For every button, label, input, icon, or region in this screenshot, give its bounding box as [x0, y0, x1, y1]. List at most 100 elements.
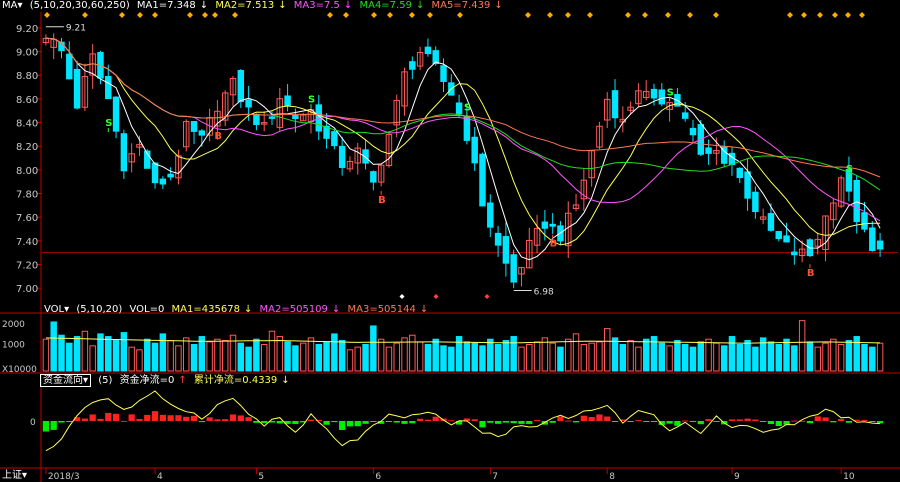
- flow-bar: [580, 415, 587, 421]
- candle-down: [190, 121, 198, 132]
- event-marker: [832, 12, 838, 18]
- volume-bar: [299, 342, 307, 372]
- volume-bar: [627, 340, 634, 372]
- ma4-value: MA4=7.59: [359, 0, 412, 11]
- volume-bar: [526, 344, 533, 372]
- volume-bar: [869, 346, 876, 372]
- volume-bar: [253, 338, 260, 372]
- bottom-event-marker: [399, 294, 405, 299]
- event-marker: [137, 12, 143, 18]
- flow-bar: [791, 420, 798, 422]
- event-marker: [845, 12, 851, 18]
- volume-bar: [284, 341, 291, 372]
- volume-bar: [260, 344, 268, 372]
- volume-bar: [642, 338, 650, 372]
- candle-down: [689, 127, 697, 136]
- flow-bar: [697, 421, 704, 425]
- flow-indicator-menu[interactable]: 资金流向▾: [40, 374, 92, 387]
- candle-down: [268, 116, 276, 119]
- candlestick-series[interactable]: [42, 33, 884, 289]
- volume-bar: [588, 342, 595, 372]
- flow-bar: [159, 414, 166, 421]
- event-marker: [665, 12, 671, 18]
- flow-bar: [198, 421, 205, 423]
- volume-bar: [128, 346, 135, 372]
- volume-bar: [783, 338, 790, 372]
- volume-bar: [159, 333, 167, 372]
- flow-bar: [190, 415, 198, 421]
- price-tick-label: 8.80: [16, 71, 38, 82]
- date-tick-label: 5: [258, 472, 264, 482]
- event-marker: [625, 12, 631, 18]
- volume-bar: [479, 345, 486, 372]
- flow-bar: [744, 418, 751, 421]
- volume-bar: [572, 333, 580, 372]
- candle-down: [105, 76, 112, 100]
- candle-down: [253, 113, 260, 125]
- volume-bar: [50, 321, 57, 372]
- event-marker: [587, 12, 593, 18]
- volume-bar: [518, 346, 525, 372]
- volume-bar: [557, 346, 564, 372]
- money-flow-panel[interactable]: 0: [30, 390, 884, 452]
- flow-bar: [689, 421, 697, 422]
- flow-bar: [409, 421, 416, 424]
- volume-bar: [214, 338, 221, 372]
- volume-bar: [424, 344, 432, 372]
- flow-bar: [245, 417, 252, 421]
- ma-indicator-menu[interactable]: MA▾: [2, 0, 23, 11]
- flow-bar: [682, 420, 689, 422]
- volume-bar: [767, 341, 775, 372]
- price-tick-label: 9.00: [16, 48, 38, 59]
- candle-down: [338, 145, 346, 169]
- flow-bar: [261, 421, 268, 424]
- flow-bar: [292, 421, 299, 424]
- volume-bar: [705, 338, 712, 372]
- flow-bar: [89, 414, 96, 421]
- volume-bar: [681, 344, 689, 372]
- flow-bar: [635, 420, 642, 422]
- event-marker: [387, 12, 393, 18]
- volume-bar: [370, 325, 377, 372]
- flow-bar: [557, 416, 564, 421]
- money-flow-header: 资金流向▾ (5) 资金净流=0 ↑ 累计净流=0.4339 ↓: [40, 374, 294, 387]
- candle-down: [650, 88, 658, 99]
- volume-bar: [292, 345, 299, 372]
- volume-bar: [377, 338, 385, 372]
- volume-bar: [245, 346, 252, 372]
- flow-bar: [128, 414, 135, 421]
- candle-down: [424, 46, 432, 55]
- exchange-selector[interactable]: 上证▾: [2, 470, 31, 482]
- volume-panel[interactable]: 2000 1000 X10000: [2, 320, 884, 375]
- volume-bar: [502, 340, 510, 372]
- exchange-label[interactable]: 上证▾: [2, 470, 27, 481]
- volume-bar: [697, 341, 705, 372]
- volume-bar: [798, 320, 806, 372]
- flow-bar: [588, 417, 595, 421]
- volume-bar: [409, 334, 416, 372]
- volume-bar: [401, 337, 408, 372]
- flow-net-value: 资金净流=0: [119, 375, 175, 386]
- price-tick-label: 8.60: [16, 95, 38, 106]
- volume-bar: [81, 330, 89, 372]
- volume-bar: [674, 340, 681, 372]
- date-tick-label: 7: [492, 472, 498, 482]
- candle-down: [455, 102, 463, 115]
- stock-chart-canvas[interactable]: S B S B S B S B S 2000 1000 X10000 0 9.20 9.00 8.80 8…: [0, 0, 900, 482]
- vol-indicator-menu[interactable]: VOL▾: [44, 304, 69, 315]
- event-marker: [232, 12, 238, 18]
- candle-down: [292, 115, 299, 120]
- flow-bar: [307, 419, 315, 421]
- candle-down: [876, 240, 884, 250]
- flow-bar: [611, 421, 619, 422]
- event-markers-top[interactable]: [44, 12, 865, 299]
- volume-bar: [619, 344, 627, 372]
- candle-down: [112, 96, 120, 132]
- event-marker: [547, 12, 553, 18]
- volume-bar: [237, 342, 245, 372]
- price-tick-label: 7.60: [16, 213, 38, 224]
- event-marker: [525, 12, 531, 18]
- ma2-value: MA2=7.513: [215, 0, 275, 11]
- price-tick-label: 8.40: [16, 119, 38, 130]
- vol-ma1-value: MA1=435678: [171, 304, 240, 315]
